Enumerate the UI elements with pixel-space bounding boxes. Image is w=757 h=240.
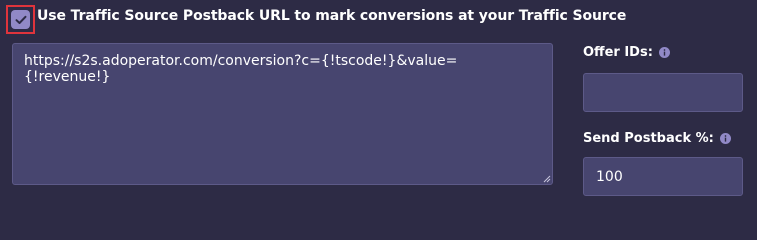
offer-ids-label: Offer IDs: [583, 45, 653, 60]
postback-url-textarea[interactable]: https://s2s.adoperator.com/conversion?c=… [12, 43, 553, 185]
postback-checkbox-label[interactable]: Use Traffic Source Postback URL to mark … [37, 8, 626, 24]
send-postback-percent-input[interactable] [583, 157, 743, 196]
checkmark-icon [15, 15, 26, 24]
send-postback-label: Send Postback %: [583, 131, 714, 146]
postback-checkbox[interactable] [11, 10, 30, 29]
postback-checkbox-highlight [6, 5, 35, 34]
offer-ids-input[interactable] [583, 73, 743, 112]
resize-handle-icon[interactable] [542, 174, 551, 183]
info-icon[interactable] [719, 133, 731, 144]
offer-ids-label-row: Offer IDs: [583, 45, 670, 60]
info-icon[interactable] [658, 47, 670, 58]
send-postback-label-row: Send Postback %: [583, 131, 731, 146]
